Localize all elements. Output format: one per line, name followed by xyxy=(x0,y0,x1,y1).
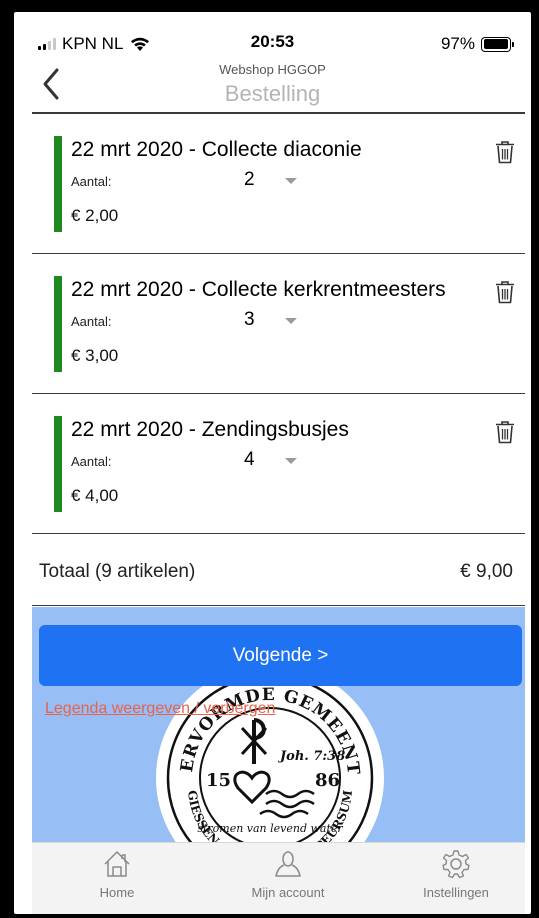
navigation-bar: Webshop HGGOP Bestelling xyxy=(14,60,531,112)
cart-item: 22 mrt 2020 - Collecte diaconie Aantal: … xyxy=(32,114,525,254)
quantity-label: Aantal: xyxy=(71,314,112,329)
gear-icon xyxy=(442,850,470,879)
quantity-select[interactable]: 3 xyxy=(244,309,255,331)
svg-text:stromen van levend water: stromen van levend water xyxy=(197,822,343,835)
hero-area: HERVORMDE GEMEENTE GIESSEN-OUDEKERK EN P… xyxy=(32,607,525,842)
quantity-label: Aantal: xyxy=(71,454,112,469)
caret-down-icon[interactable] xyxy=(285,458,297,464)
trash-icon[interactable] xyxy=(495,280,515,304)
item-title: 22 mrt 2020 - Collecte kerkrentmeesters xyxy=(71,278,446,301)
home-icon xyxy=(104,851,130,877)
quantity-select[interactable]: 4 xyxy=(244,449,255,471)
tab-home[interactable]: Home xyxy=(47,843,187,914)
tab-label: Mijn account xyxy=(251,885,325,900)
svg-text:Joh. 7:38: Joh. 7:38 xyxy=(277,749,345,764)
item-price: € 4,00 xyxy=(71,486,119,505)
item-accent-bar xyxy=(54,416,62,512)
item-title: 22 mrt 2020 - Collecte diaconie xyxy=(71,138,362,161)
trash-icon[interactable] xyxy=(495,140,515,164)
church-seal-logo: HERVORMDE GEMEENTE GIESSEN-OUDEKERK EN P… xyxy=(154,662,384,842)
quantity-select[interactable]: 2 xyxy=(244,169,255,191)
trash-icon[interactable] xyxy=(495,420,515,444)
phone-screen: KPN NL 20:53 97% Webshop HGGOP Bestellin… xyxy=(14,12,531,914)
svg-text:86: 86 xyxy=(315,770,340,791)
nav-subtitle: Webshop HGGOP xyxy=(219,62,326,77)
status-right: 97% xyxy=(440,34,514,54)
next-button[interactable]: Volgende > xyxy=(39,625,522,686)
total-amount: € 9,00 xyxy=(460,561,513,582)
tab-settings[interactable]: Instellingen xyxy=(386,843,526,914)
order-total-row: Totaal (9 artikelen) € 9,00 xyxy=(32,536,525,606)
user-icon xyxy=(275,851,301,877)
page-title: Bestelling xyxy=(224,81,321,106)
tab-label: Instellingen xyxy=(423,885,489,900)
quantity-label: Aantal: xyxy=(71,174,112,189)
battery-percent: 97% xyxy=(440,34,475,53)
item-accent-bar xyxy=(54,276,62,372)
battery-icon xyxy=(481,36,514,52)
total-label: Totaal (9 artikelen) xyxy=(39,561,196,582)
cart-item: 22 mrt 2020 - Collecte kerkrentmeesters … xyxy=(32,254,525,394)
tab-label: Home xyxy=(99,885,135,900)
item-accent-bar xyxy=(54,136,62,232)
legend-toggle-link[interactable]: Legenda weergeven / verbergen xyxy=(45,700,275,718)
caret-down-icon[interactable] xyxy=(285,318,297,324)
cart-item: 22 mrt 2020 - Zendingsbusjes Aantal: 4 €… xyxy=(32,394,525,534)
item-price: € 2,00 xyxy=(71,206,119,225)
tab-bar: Home Mijn account Instellingen xyxy=(32,842,525,914)
svg-text:15: 15 xyxy=(206,770,231,791)
caret-down-icon[interactable] xyxy=(285,178,297,184)
tab-account[interactable]: Mijn account xyxy=(218,843,358,914)
status-bar: KPN NL 20:53 97% xyxy=(14,12,531,60)
item-price: € 3,00 xyxy=(71,346,119,365)
item-title: 22 mrt 2020 - Zendingsbusjes xyxy=(71,418,349,441)
